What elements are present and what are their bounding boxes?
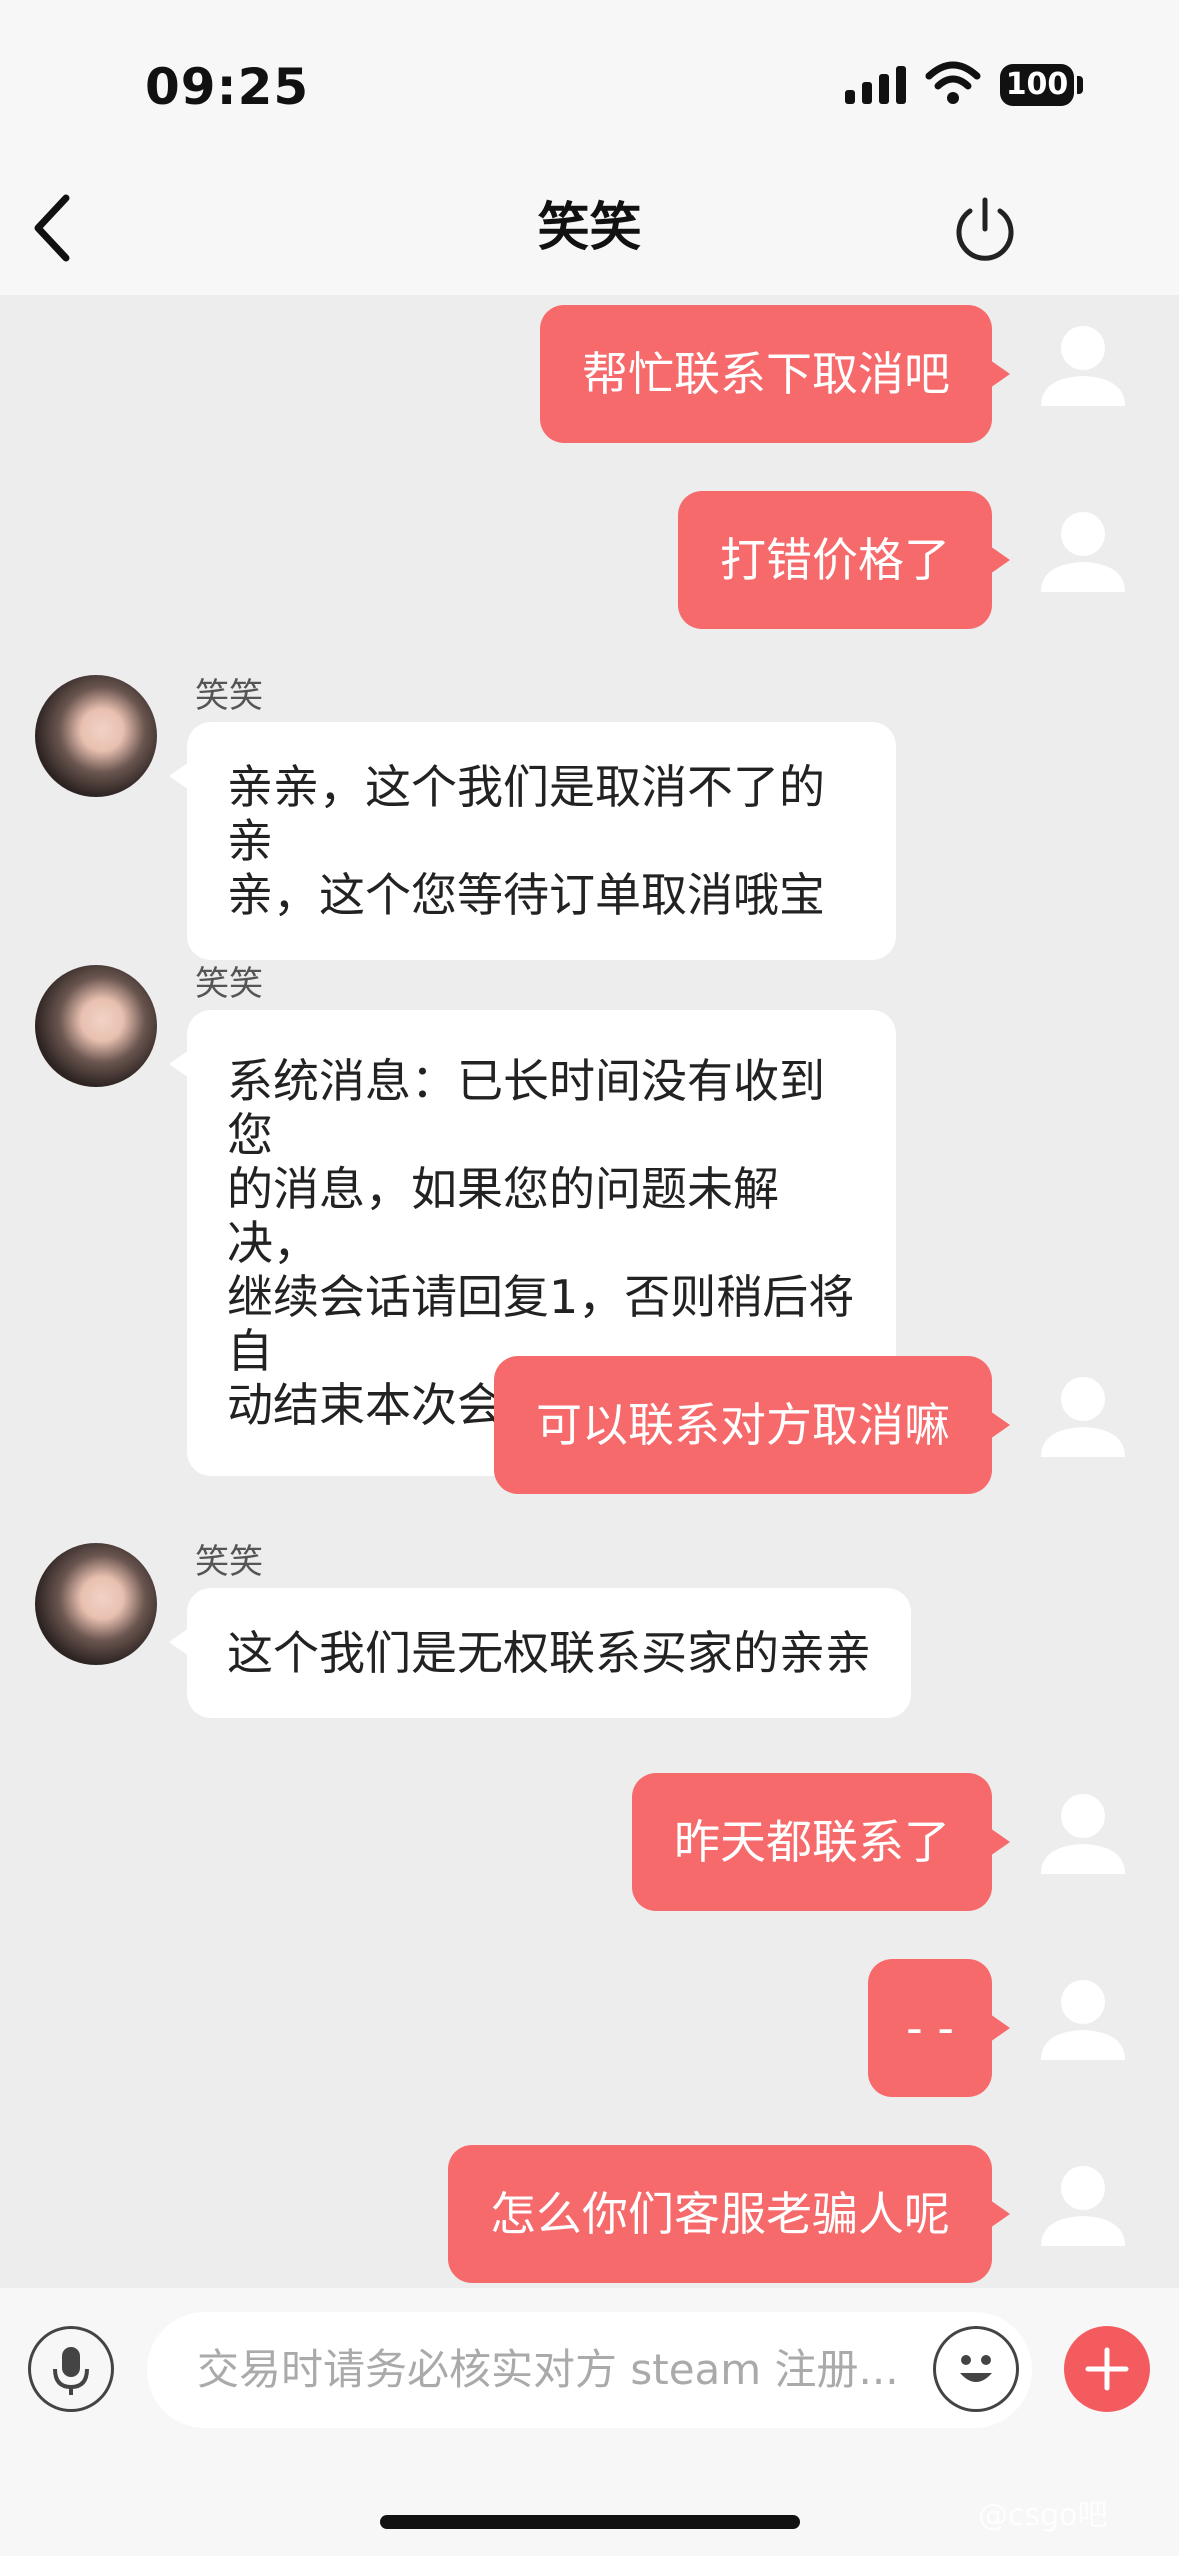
message-line: 亲亲，这个我们是取消不了的亲 — [227, 760, 825, 868]
default-user-avatar-icon — [1041, 1980, 1125, 2060]
home-indicator — [380, 2515, 800, 2529]
agent-avatar[interactable] — [35, 1543, 157, 1665]
microphone-button[interactable] — [28, 2326, 114, 2412]
watermark: @csgo吧 — [978, 2498, 1108, 2533]
plus-button[interactable] — [1064, 2326, 1150, 2412]
default-user-avatar-icon — [1041, 1377, 1125, 1457]
default-user-avatar-icon — [1041, 1794, 1125, 1874]
battery-indicator: 100 — [1000, 64, 1074, 106]
default-user-avatar-icon — [1041, 2166, 1125, 2246]
message-line: 系统消息：已长时间没有收到您 — [227, 1054, 825, 1162]
wifi-icon — [925, 61, 981, 104]
status-time: 09:25 — [145, 58, 310, 116]
message-input[interactable]: 交易时请务必核实对方 steam 注册... — [147, 2312, 1032, 2428]
microphone-icon — [53, 2347, 89, 2395]
agent-name: 笑笑 — [195, 676, 263, 716]
outgoing-message[interactable]: - - — [868, 1959, 1010, 2097]
message-line: 亲，这个您等待订单取消哦宝 — [227, 868, 825, 922]
power-icon[interactable] — [950, 195, 1020, 265]
outgoing-message[interactable]: 帮忙联系下取消吧 — [540, 305, 1010, 443]
incoming-message[interactable]: 这个我们是无权联系买家的亲亲 — [169, 1588, 911, 1718]
agent-name: 笑笑 — [195, 1542, 263, 1582]
default-user-avatar-icon — [1041, 512, 1125, 592]
emoji-button[interactable] — [933, 2326, 1019, 2412]
agent-avatar[interactable] — [35, 675, 157, 797]
message-line: 的消息，如果您的问题未解决， — [227, 1162, 779, 1270]
outgoing-message[interactable]: 怎么你们客服老骗人呢 — [448, 2145, 1010, 2283]
agent-avatar[interactable] — [35, 965, 157, 1087]
incoming-message[interactable]: 亲亲，这个我们是取消不了的亲 亲，这个您等待订单取消哦宝 — [169, 722, 896, 960]
smiley-icon — [960, 2355, 992, 2382]
outgoing-message[interactable]: 打错价格了 — [678, 491, 1010, 629]
message-line: 这个我们是无权联系买家的亲亲 — [227, 1626, 871, 1680]
outgoing-message[interactable]: 昨天都联系了 — [632, 1773, 1010, 1911]
agent-name: 笑笑 — [195, 964, 263, 1004]
cellular-signal-icon — [845, 66, 906, 104]
default-user-avatar-icon — [1041, 326, 1125, 406]
plus-icon — [1085, 2347, 1129, 2391]
outgoing-message[interactable]: 可以联系对方取消嘛 — [494, 1356, 1010, 1494]
battery-tip — [1077, 76, 1083, 94]
